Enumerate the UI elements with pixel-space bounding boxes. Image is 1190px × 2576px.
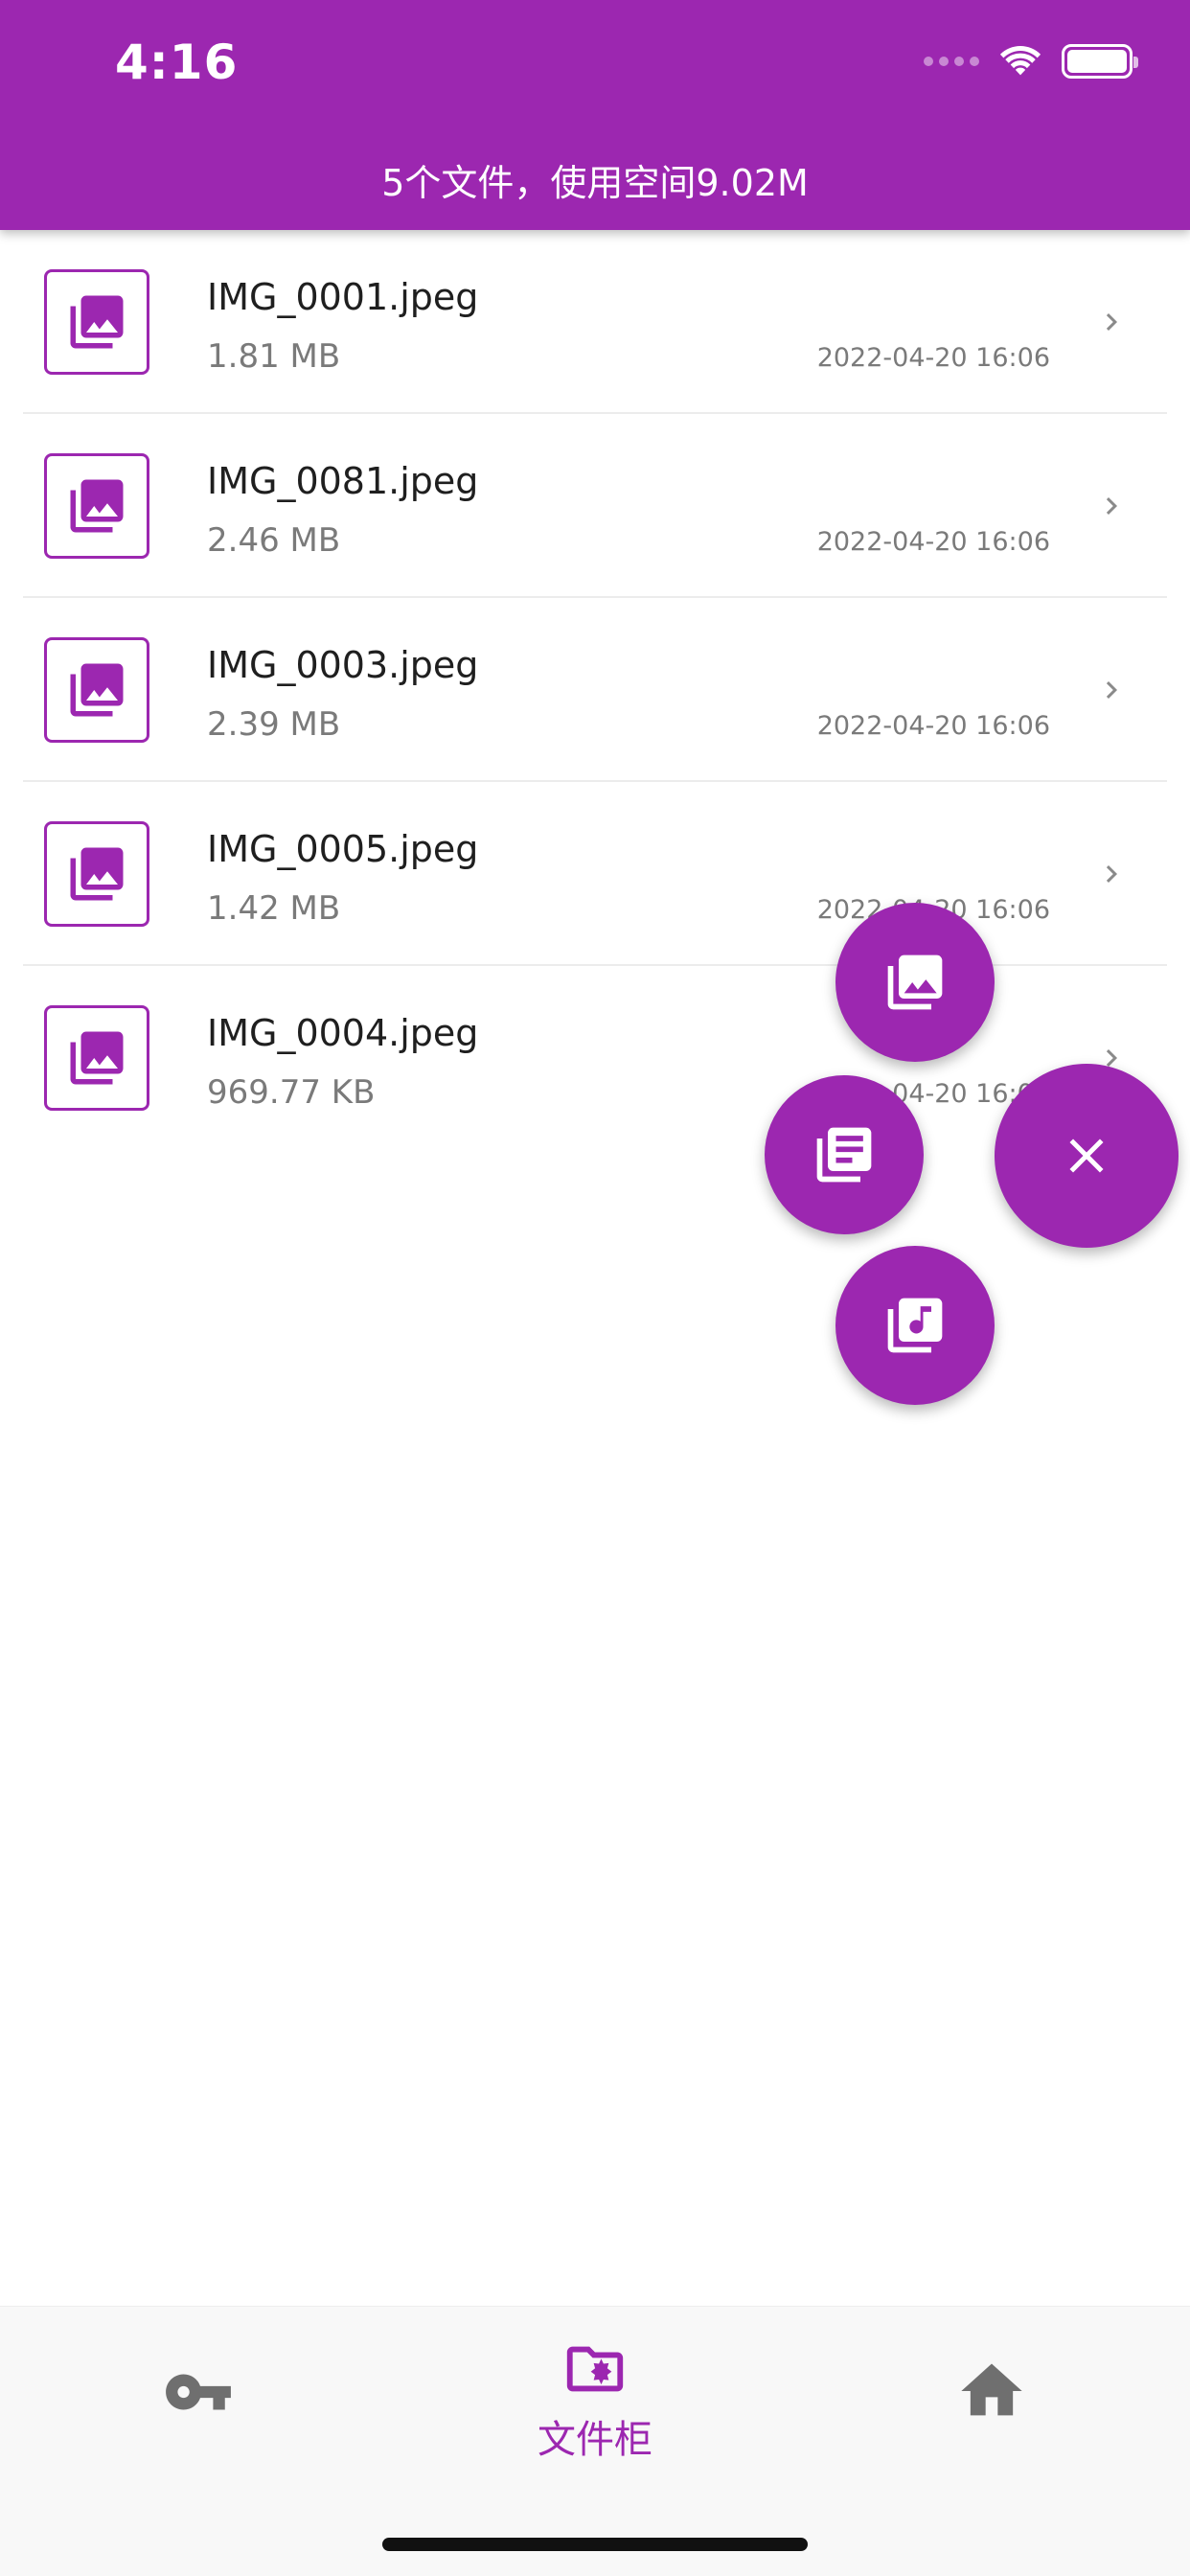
key-icon (166, 2374, 231, 2410)
file-name: IMG_0005.jpeg (207, 828, 479, 870)
file-size: 1.42 MB (207, 889, 341, 928)
add-music-button[interactable] (835, 1246, 995, 1405)
chevron-right-icon (1106, 497, 1117, 515)
file-row[interactable]: IMG_0004.jpeg 969.77 KB 2022-04-20 16:06 (23, 966, 1167, 1150)
signal-icon (924, 57, 979, 66)
add-photo-button[interactable] (835, 903, 995, 1062)
file-row[interactable]: IMG_0005.jpeg 1.42 MB 2022-04-20 16:06 (23, 782, 1167, 966)
file-row[interactable]: IMG_0001.jpeg 1.81 MB 2022-04-20 16:06 (23, 230, 1167, 414)
file-name: IMG_0001.jpeg (207, 276, 479, 318)
wifi-icon (999, 46, 1041, 76)
image-icon (44, 1005, 149, 1111)
image-icon (44, 821, 149, 927)
file-list: IMG_0001.jpeg 1.81 MB 2022-04-20 16:06 I… (0, 230, 1190, 1150)
add-document-button[interactable] (765, 1075, 924, 1234)
page-title: 5个文件，使用空间9.02M (381, 162, 809, 204)
folder-star-icon (566, 2346, 624, 2392)
bottom-navigation: 文件柜 (0, 2306, 1190, 2576)
nav-item-keys[interactable] (103, 2357, 294, 2491)
image-icon (44, 637, 149, 743)
music-library-icon (887, 1298, 943, 1353)
nav-item-file-cabinet[interactable]: 文件柜 (499, 2335, 691, 2470)
file-size: 1.81 MB (207, 337, 341, 376)
file-date: 2022-04-20 16:06 (816, 343, 1050, 373)
file-row[interactable]: IMG_0003.jpeg 2.39 MB 2022-04-20 16:06 (23, 598, 1167, 782)
nav-label-file-cabinet: 文件柜 (538, 2418, 652, 2462)
photo-library-icon (887, 954, 943, 1010)
file-size: 969.77 KB (207, 1073, 376, 1112)
document-library-icon (816, 1127, 872, 1183)
home-icon (961, 2363, 1022, 2416)
close-icon (1069, 1138, 1104, 1173)
file-date: 2022-04-20 16:06 (816, 711, 1050, 741)
chevron-right-icon (1106, 313, 1117, 331)
chevron-right-icon (1106, 865, 1117, 883)
file-name: IMG_0081.jpeg (207, 460, 479, 502)
file-size: 2.46 MB (207, 521, 341, 560)
chevron-right-icon (1106, 681, 1117, 699)
image-icon (44, 269, 149, 375)
file-date: 2022-04-20 16:06 (816, 527, 1050, 557)
file-name: IMG_0004.jpeg (207, 1012, 479, 1054)
status-indicators (924, 42, 1138, 80)
battery-icon (1062, 44, 1138, 79)
close-fab-button[interactable] (995, 1064, 1179, 1248)
nav-item-home[interactable] (896, 2355, 1087, 2489)
file-row[interactable]: IMG_0081.jpeg 2.46 MB 2022-04-20 16:06 (23, 414, 1167, 598)
status-time: 4:16 (115, 34, 239, 90)
image-icon (44, 453, 149, 559)
file-name: IMG_0003.jpeg (207, 644, 479, 686)
file-size: 2.39 MB (207, 705, 341, 744)
app-header: 4:16 5个文件，使用空间9.02M (0, 0, 1190, 230)
home-indicator (382, 2538, 808, 2551)
